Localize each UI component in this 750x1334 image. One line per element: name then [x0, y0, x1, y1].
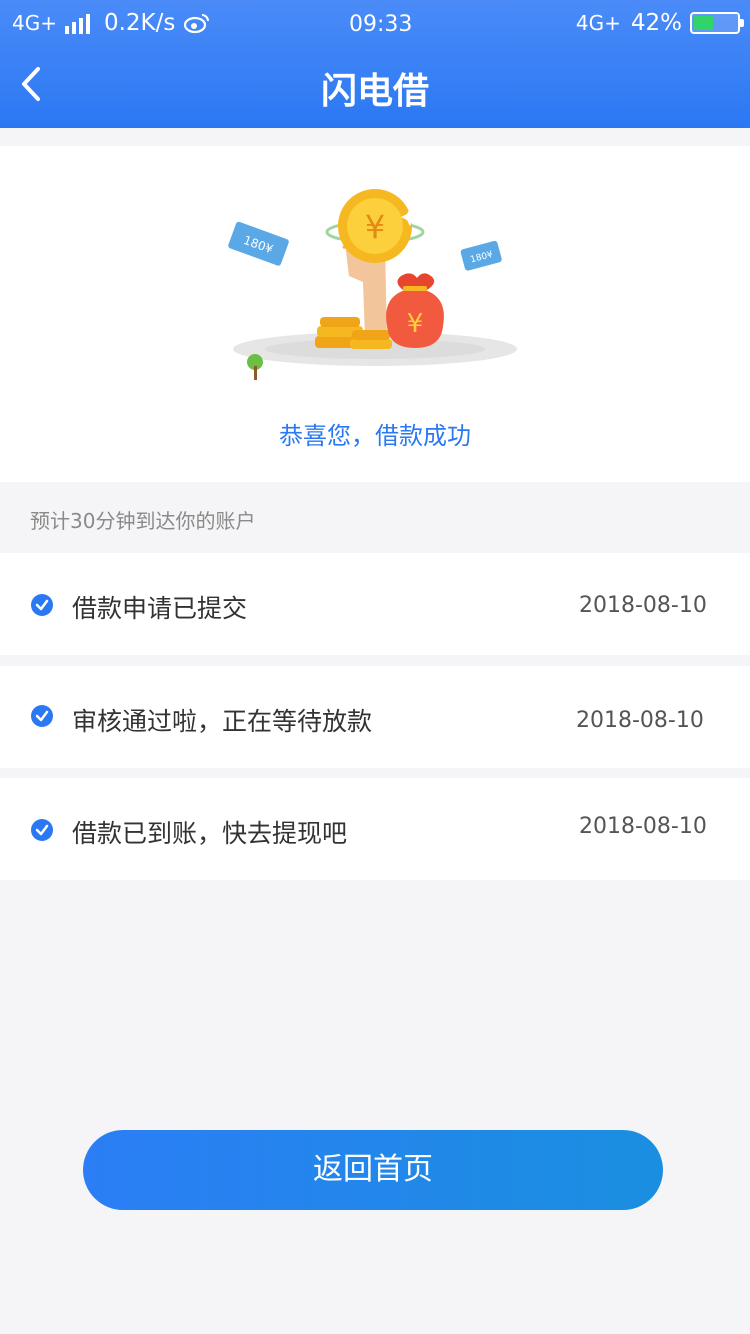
battery-icon	[690, 12, 744, 34]
return-home-button[interactable]: 返回首页	[83, 1130, 663, 1210]
check-circle-icon	[31, 819, 53, 841]
step-date: 2018-08-10	[579, 814, 707, 839]
app-header: 4G+ 0.2K/s 09:33 4G+ 42% 闪电借	[0, 0, 750, 128]
svg-text:¥: ¥	[365, 208, 385, 246]
check-circle-icon	[31, 705, 53, 727]
loan-success-illustration: 180¥ 180¥ ¥ ¥	[228, 189, 517, 380]
step-item-approved: 审核通过啦，正在等待放款 2018-08-10	[0, 666, 750, 768]
weibo-icon	[184, 14, 210, 34]
step-date: 2018-08-10	[579, 593, 707, 618]
success-panel: 180¥ 180¥ ¥ ¥ 恭喜您，借款成功	[0, 146, 750, 482]
battery-fill	[694, 16, 714, 30]
step-label: 借款申请已提交	[72, 594, 248, 623]
clock: 09:33	[349, 12, 413, 37]
step-item-arrived: 借款已到账，快去提现吧 2018-08-10	[0, 778, 750, 880]
network-type-left: 4G+	[12, 11, 57, 35]
step-item-submitted: 借款申请已提交 2018-08-10	[0, 553, 750, 655]
success-message: 恭喜您，借款成功	[279, 422, 471, 450]
arrival-estimate: 预计30分钟到达你的账户	[30, 509, 256, 533]
network-type-right: 4G+	[575, 11, 621, 35]
status-bar: 4G+ 0.2K/s 09:33 4G+ 42%	[0, 0, 750, 52]
battery-percent: 42%	[630, 10, 682, 36]
step-label: 审核通过啦，正在等待放款	[72, 707, 373, 736]
status-right: 4G+ 42%	[575, 10, 744, 36]
signal-icon	[64, 12, 90, 34]
step-label: 借款已到账，快去提现吧	[72, 819, 348, 848]
page-title: 闪电借	[320, 71, 429, 112]
check-circle-icon	[31, 594, 53, 616]
step-date: 2018-08-10	[576, 708, 704, 733]
status-left: 4G+ 0.2K/s	[12, 10, 211, 36]
network-speed: 0.2K/s	[103, 10, 176, 36]
svg-text:¥: ¥	[407, 309, 424, 339]
